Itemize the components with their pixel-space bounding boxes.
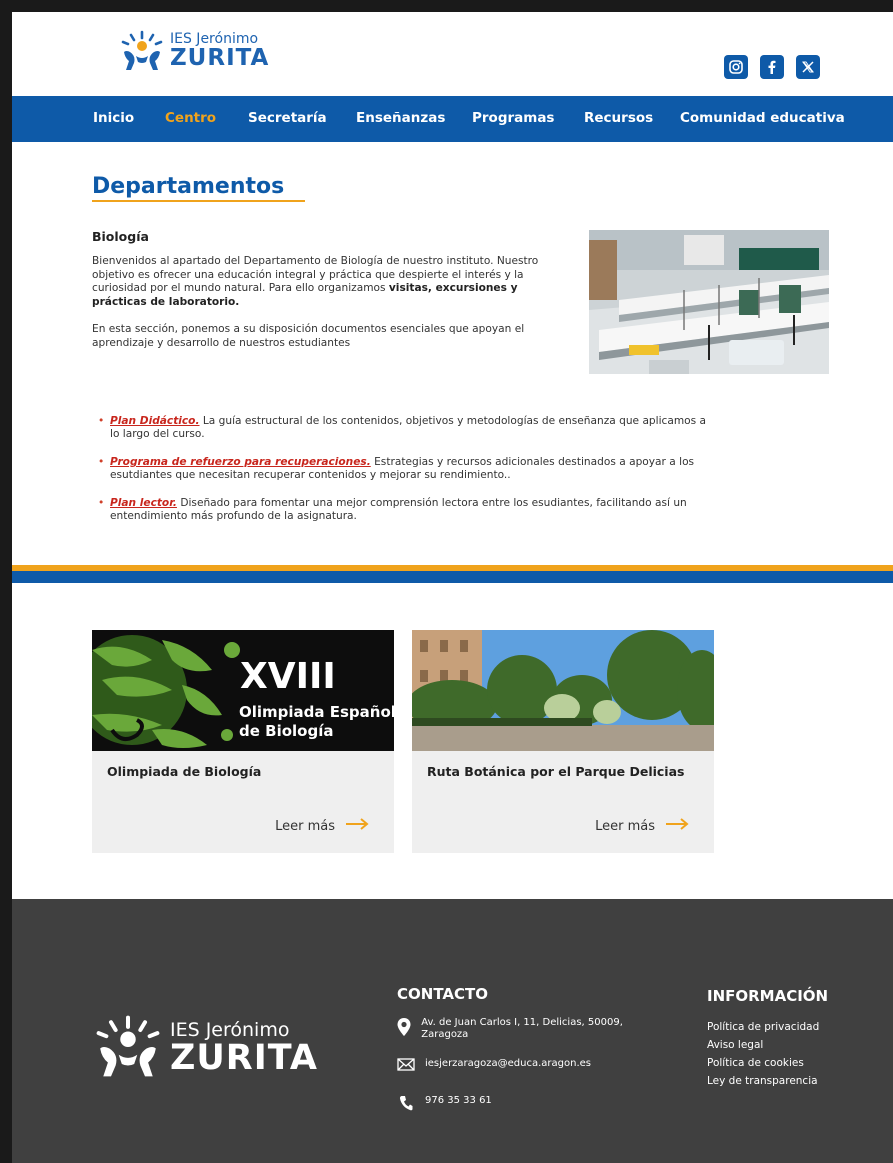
nav-item-centro[interactable]: Centro [165, 110, 216, 126]
address-text: Av. de Juan Carlos I, 11, Delicias, 5000… [421, 1017, 623, 1040]
arrow-right-icon [665, 818, 689, 834]
page-title: Departamentos [92, 174, 285, 199]
phone-text: 976 35 33 61 [425, 1095, 492, 1106]
contact-email[interactable]: iesjerzaragoza@educa.aragon.es [396, 1058, 591, 1071]
site-footer: IES Jerónimo ZURITA CONTACTO Av. de Juan… [12, 899, 893, 1163]
facebook-icon[interactable] [760, 55, 784, 79]
card-image: XVIII Olimpiada Española de Biología [92, 630, 394, 751]
nav-item-comunidad[interactable]: Comunidad educativa [680, 110, 845, 126]
nav-item-inicio[interactable]: Inicio [93, 110, 134, 126]
link-transparencia[interactable]: Ley de transparencia [707, 1075, 818, 1087]
list-item: • Plan lector. Diseñado para fomentar un… [98, 497, 718, 523]
bullet-text: La guía estructural de los contenidos, o… [110, 415, 707, 440]
footer-logo-line2: ZURITA [170, 1037, 319, 1078]
nav-item-ensenanzas[interactable]: Enseñanzas [356, 110, 445, 126]
document-list: • Plan Didáctico. La guía estructural de… [98, 415, 718, 538]
link-plan-didactico[interactable]: Plan Didáctico. [110, 415, 200, 427]
read-more-label: Leer más [275, 818, 335, 834]
logo-line2: ZURITA [170, 45, 270, 71]
contact-address: Av. de Juan Carlos I, 11, Delicias, 5000… [396, 1017, 626, 1041]
nav-item-programas[interactable]: Programas [472, 110, 554, 126]
contact-title: CONTACTO [397, 985, 488, 1003]
intro-paragraph-2: En esta sección, ponemos a su disposició… [92, 323, 525, 349]
read-more-link[interactable]: Leer más [275, 818, 369, 834]
card-ruta-botanica[interactable]: Ruta Botánica por el Parque Delicias Lee… [412, 630, 714, 853]
nav-item-recursos[interactable]: Recursos [584, 110, 653, 126]
card-title: Ruta Botánica por el Parque Delicias [427, 764, 685, 779]
logo-line1: IES Jerónimo [170, 31, 259, 47]
mail-icon [396, 1058, 416, 1071]
lab-photo [589, 230, 829, 374]
bullet-text: Diseñado para fomentar una mejor compren… [110, 497, 687, 522]
instagram-icon[interactable] [724, 55, 748, 79]
email-text: iesjerzaragoza@educa.aragon.es [425, 1058, 591, 1069]
contact-phone[interactable]: 976 35 33 61 [396, 1095, 492, 1111]
site-header: IES Jerónimo ZURITA [12, 12, 893, 96]
link-aviso-legal[interactable]: Aviso legal [707, 1039, 763, 1051]
site-logo[interactable]: IES Jerónimo ZURITA [120, 30, 269, 72]
card-image-text3: de Biología [239, 722, 333, 740]
info-title: INFORMACIÓN [707, 987, 829, 1005]
link-privacidad[interactable]: Política de privacidad [707, 1021, 819, 1033]
card-olimpiada[interactable]: XVIII Olimpiada Española de Biología Oli… [92, 630, 394, 853]
social-links [712, 55, 820, 79]
x-icon[interactable] [796, 55, 820, 79]
page: IES Jerónimo ZURITA Inicio Centro Secret… [12, 12, 893, 1163]
bullet-dot: • [98, 497, 105, 509]
card-image-text2: Olimpiada Española [239, 703, 394, 721]
bullet-dot: • [98, 456, 105, 468]
location-pin-icon [396, 1017, 412, 1041]
nav-item-secretaria[interactable]: Secretaría [248, 110, 327, 126]
title-underline [92, 200, 305, 202]
arrow-right-icon [345, 818, 369, 834]
read-more-label: Leer más [595, 818, 655, 834]
bullet-dot: • [98, 415, 105, 427]
link-cookies[interactable]: Política de cookies [707, 1057, 804, 1069]
link-programa-refuerzo[interactable]: Programa de refuerzo para recuperaciones… [110, 456, 371, 468]
list-item: • Plan Didáctico. La guía estructural de… [98, 415, 718, 441]
read-more-link[interactable]: Leer más [595, 818, 689, 834]
main-nav: Inicio Centro Secretaría Enseñanzas Prog… [12, 96, 893, 142]
card-image-text1: XVIII [240, 656, 336, 697]
intro-paragraph: Bienvenidos al apartado del Departamento… [92, 255, 562, 309]
section-subtitle: Biología [92, 229, 149, 244]
card-image [412, 630, 714, 751]
logo-mark-icon [121, 30, 163, 70]
list-item: • Programa de refuerzo para recuperacion… [98, 456, 718, 482]
divider-blue [12, 571, 893, 583]
phone-icon [396, 1095, 416, 1111]
card-title: Olimpiada de Biología [107, 764, 262, 779]
logo-mark-icon [96, 1015, 160, 1077]
link-plan-lector[interactable]: Plan lector. [110, 497, 177, 509]
footer-logo[interactable]: IES Jerónimo ZURITA [94, 1014, 318, 1080]
